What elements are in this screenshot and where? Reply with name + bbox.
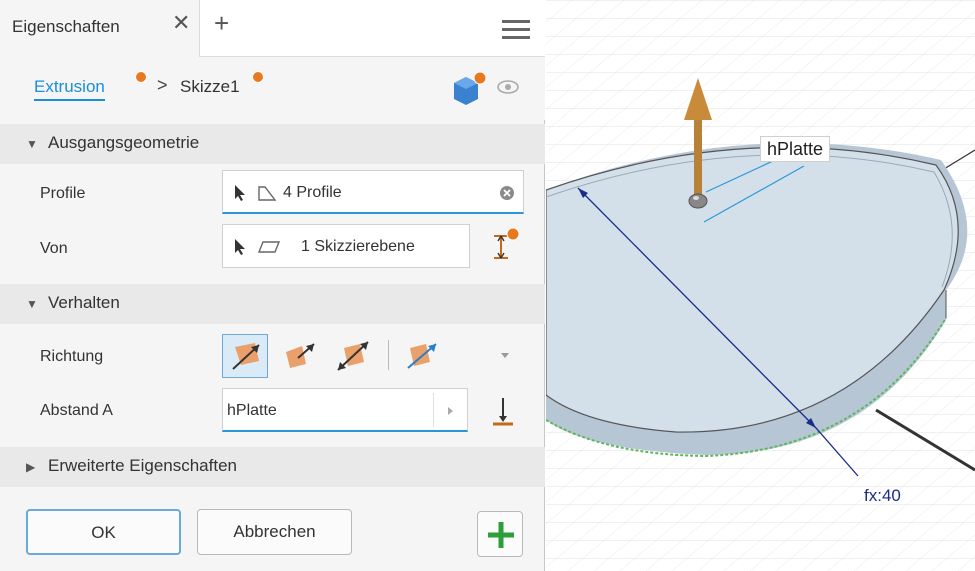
graphics-viewport[interactable]: hPlatte fx:40 (546, 0, 975, 571)
direction-flipped-icon (286, 343, 315, 368)
profile-shape-icon (258, 186, 277, 201)
solid-body-icon[interactable] (452, 71, 488, 105)
plane-icon (257, 241, 281, 253)
section-input-geometry[interactable]: ▼ Ausgangsgeometrie (0, 124, 545, 164)
tab-eigenschaften[interactable]: Eigenschaften ✕ (0, 0, 200, 57)
direction-asymmetric-icon (407, 343, 437, 369)
breadcrumb-extrusion-link[interactable]: Extrusion (34, 77, 105, 101)
dimension-tag-hplatte[interactable]: hPlatte (760, 136, 831, 162)
direction-symmetric-icon (337, 341, 369, 371)
properties-panel: Eigenschaften ✕ + Extrusion > Skizze1 ▼ … (0, 0, 545, 571)
breadcrumb-separator: > (157, 75, 168, 95)
close-icon[interactable]: ✕ (172, 12, 190, 34)
section-advanced[interactable]: ▶ Erweiterte Eigenschaften (0, 447, 545, 487)
profiles-label: Profile (40, 185, 86, 202)
tab-title: Eigenschaften (12, 17, 120, 36)
cursor-arrow-icon (235, 185, 245, 201)
breadcrumb: Extrusion > Skizze1 (0, 57, 545, 120)
section-input-geometry-label: Ausgangsgeometrie (48, 133, 200, 152)
expand-triangle-icon: ▶ (26, 460, 36, 474)
direction-label: Richtung (40, 348, 104, 365)
distance-a-input[interactable]: hPlatte (222, 388, 468, 432)
section-behavior[interactable]: ▼ Verhalten (0, 284, 545, 324)
direction-default-icon (232, 343, 260, 370)
collapse-triangle-icon: ▼ (26, 137, 38, 151)
divider (433, 393, 434, 427)
dimension-annotation-fx[interactable]: fx:40 (864, 486, 901, 506)
cursor-arrow-icon (235, 239, 245, 255)
direction-symmetric-button[interactable] (330, 334, 376, 378)
distance-a-value: hPlatte (227, 402, 277, 419)
distance-direction-icon[interactable] (488, 392, 518, 432)
plus-icon (488, 522, 514, 548)
expand-arrow-icon[interactable] (445, 405, 455, 417)
add-tab-icon[interactable]: + (214, 10, 229, 36)
ok-button[interactable]: OK (26, 509, 181, 555)
hamburger-menu-icon[interactable] (502, 20, 530, 40)
offset-start-icon[interactable] (486, 226, 526, 266)
dropdown-arrow-icon[interactable] (498, 350, 512, 360)
divider (388, 340, 389, 370)
apply-add-button[interactable] (477, 511, 523, 557)
warning-dot-icon (135, 71, 147, 83)
cancel-button[interactable]: Abbrechen (197, 509, 352, 555)
clear-icon[interactable] (499, 185, 515, 201)
eye-icon[interactable] (496, 79, 520, 95)
section-advanced-label: Erweiterte Eigenschaften (48, 456, 237, 475)
panel-tab-bar: Eigenschaften ✕ + (0, 0, 545, 57)
profiles-value: 4 Profile (283, 184, 342, 201)
direction-default-button[interactable] (222, 334, 268, 378)
collapse-triangle-icon: ▼ (26, 297, 38, 311)
warning-dot-icon (252, 71, 264, 83)
profiles-selector[interactable]: 4 Profile (222, 170, 524, 214)
viewport-canvas (546, 0, 975, 571)
from-selector[interactable]: 1 Skizzierebene (222, 224, 470, 268)
from-value: 1 Skizzierebene (301, 238, 415, 255)
section-behavior-label: Verhalten (48, 293, 120, 312)
direction-flipped-button[interactable] (276, 334, 322, 378)
breadcrumb-sketch-link[interactable]: Skizze1 (180, 77, 240, 97)
distance-a-label: Abstand A (40, 402, 113, 419)
direction-asymmetric-button[interactable] (398, 334, 444, 378)
from-label: Von (40, 240, 68, 257)
